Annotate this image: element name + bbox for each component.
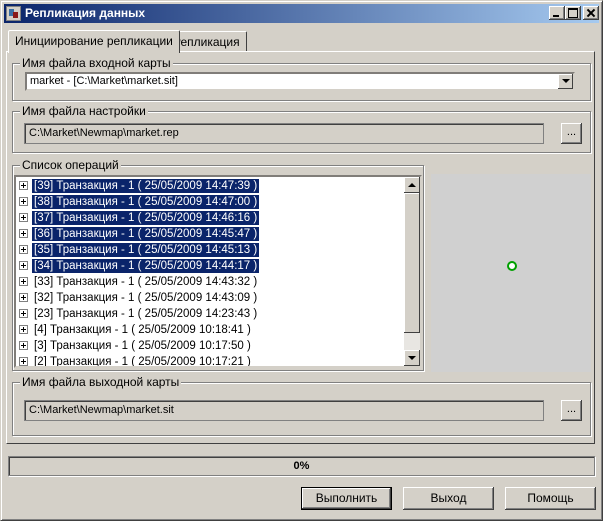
maximize-button[interactable]	[565, 6, 581, 20]
list-item[interactable]: [4] Транзакция - 1 ( 25/05/2009 10:18:41…	[19, 322, 253, 338]
scroll-thumb[interactable]	[404, 193, 420, 333]
map-preview[interactable]	[431, 174, 591, 372]
output-map-field[interactable]: C:\Market\Newmap\market.sit	[24, 400, 544, 421]
list-item-label: [3] Транзакция - 1 ( 25/05/2009 10:17:50…	[34, 340, 251, 352]
progress-bar: 0%	[8, 456, 595, 476]
map-point-icon	[507, 261, 517, 271]
scroll-down-icon[interactable]	[404, 350, 420, 366]
expand-plus-icon[interactable]	[19, 277, 28, 287]
list-item-label: [36] Транзакция - 1 ( 25/05/2009 14:45:4…	[32, 227, 260, 241]
list-item-label: [38] Транзакция - 1 ( 25/05/2009 14:47:0…	[32, 195, 260, 209]
close-button[interactable]	[583, 6, 599, 20]
list-item-label: [39] Транзакция - 1 ( 25/05/2009 14:47:3…	[32, 179, 260, 193]
expand-plus-icon[interactable]	[19, 357, 28, 366]
list-item-label: [35] Транзакция - 1 ( 25/05/2009 14:45:1…	[32, 243, 260, 257]
list-item[interactable]: [37] Транзакция - 1 ( 25/05/2009 14:46:1…	[19, 210, 260, 226]
expand-plus-icon[interactable]	[19, 325, 28, 335]
list-item-label: [23] Транзакция - 1 ( 25/05/2009 14:23:4…	[34, 308, 258, 320]
output-browse-button[interactable]: ...	[561, 400, 582, 421]
operations-label: Список операций	[20, 158, 121, 172]
scroll-up-icon[interactable]	[404, 177, 420, 193]
list-item[interactable]: [39] Транзакция - 1 ( 25/05/2009 14:47:3…	[19, 178, 260, 194]
list-item-label: [2] Транзакция - 1 ( 25/05/2009 10:17:21…	[34, 356, 251, 368]
list-item[interactable]: [38] Транзакция - 1 ( 25/05/2009 14:47:0…	[19, 194, 260, 210]
settings-browse-button[interactable]: ...	[561, 123, 582, 144]
list-item-label: [4] Транзакция - 1 ( 25/05/2009 10:18:41…	[34, 324, 251, 336]
list-item[interactable]: [35] Транзакция - 1 ( 25/05/2009 14:45:1…	[19, 242, 260, 258]
list-item-label: [33] Транзакция - 1 ( 25/05/2009 14:43:3…	[34, 276, 258, 288]
settings-file-field[interactable]: C:\Market\Newmap\market.rep	[24, 123, 544, 144]
list-item[interactable]: [32] Транзакция - 1 ( 25/05/2009 14:43:0…	[19, 290, 259, 306]
app-icon[interactable]	[6, 6, 21, 21]
title-bar[interactable]: Репликация данных	[4, 4, 599, 23]
output-map-label: Имя файла выходной карты	[20, 375, 182, 389]
exit-button[interactable]: Выход	[403, 487, 494, 510]
input-map-label: Имя файла входной карты	[20, 56, 173, 70]
list-item-label: [37] Транзакция - 1 ( 25/05/2009 14:46:1…	[32, 211, 260, 225]
tab-init-replication[interactable]: Инициирование репликации	[8, 30, 180, 53]
input-map-combobox[interactable]: market - [C:\Market\market.sit]	[25, 72, 575, 91]
list-item[interactable]: [2] Транзакция - 1 ( 25/05/2009 10:17:21…	[19, 354, 253, 368]
list-item[interactable]: [34] Транзакция - 1 ( 25/05/2009 14:44:1…	[19, 258, 260, 274]
operations-list[interactable]: [2] Транзакция - 1 ( 25/05/2009 10:17:21…	[14, 175, 422, 368]
progress-text: 0%	[293, 460, 310, 472]
list-item[interactable]: [23] Транзакция - 1 ( 25/05/2009 14:23:4…	[19, 306, 259, 322]
expand-plus-icon[interactable]	[19, 181, 28, 191]
list-item-label: [34] Транзакция - 1 ( 25/05/2009 14:44:1…	[32, 259, 260, 273]
chevron-down-icon[interactable]	[558, 74, 573, 89]
expand-plus-icon[interactable]	[19, 293, 28, 303]
list-item[interactable]: [36] Транзакция - 1 ( 25/05/2009 14:45:4…	[19, 226, 260, 242]
run-button[interactable]: Выполнить	[301, 487, 392, 510]
expand-plus-icon[interactable]	[19, 213, 28, 223]
expand-plus-icon[interactable]	[19, 197, 28, 207]
expand-plus-icon[interactable]	[19, 245, 28, 255]
expand-plus-icon[interactable]	[19, 341, 28, 351]
input-map-group: Имя файла входной карты market - [C:\Mar…	[12, 56, 591, 101]
expand-plus-icon[interactable]	[19, 309, 28, 319]
list-item[interactable]: [3] Транзакция - 1 ( 25/05/2009 10:17:50…	[19, 338, 253, 354]
settings-file-label: Имя файла настройки	[20, 104, 148, 118]
list-item-label: [32] Транзакция - 1 ( 25/05/2009 14:43:0…	[34, 292, 258, 304]
window-title: Репликация данных	[25, 6, 146, 20]
list-item[interactable]: [33] Транзакция - 1 ( 25/05/2009 14:43:3…	[19, 274, 259, 290]
minimize-button[interactable]	[549, 6, 565, 20]
expand-plus-icon[interactable]	[19, 261, 28, 271]
help-button[interactable]: Помощь	[505, 487, 596, 510]
expand-plus-icon[interactable]	[19, 229, 28, 239]
list-scrollbar[interactable]	[404, 177, 420, 366]
input-map-selected: market - [C:\Market\market.sit]	[30, 75, 178, 87]
